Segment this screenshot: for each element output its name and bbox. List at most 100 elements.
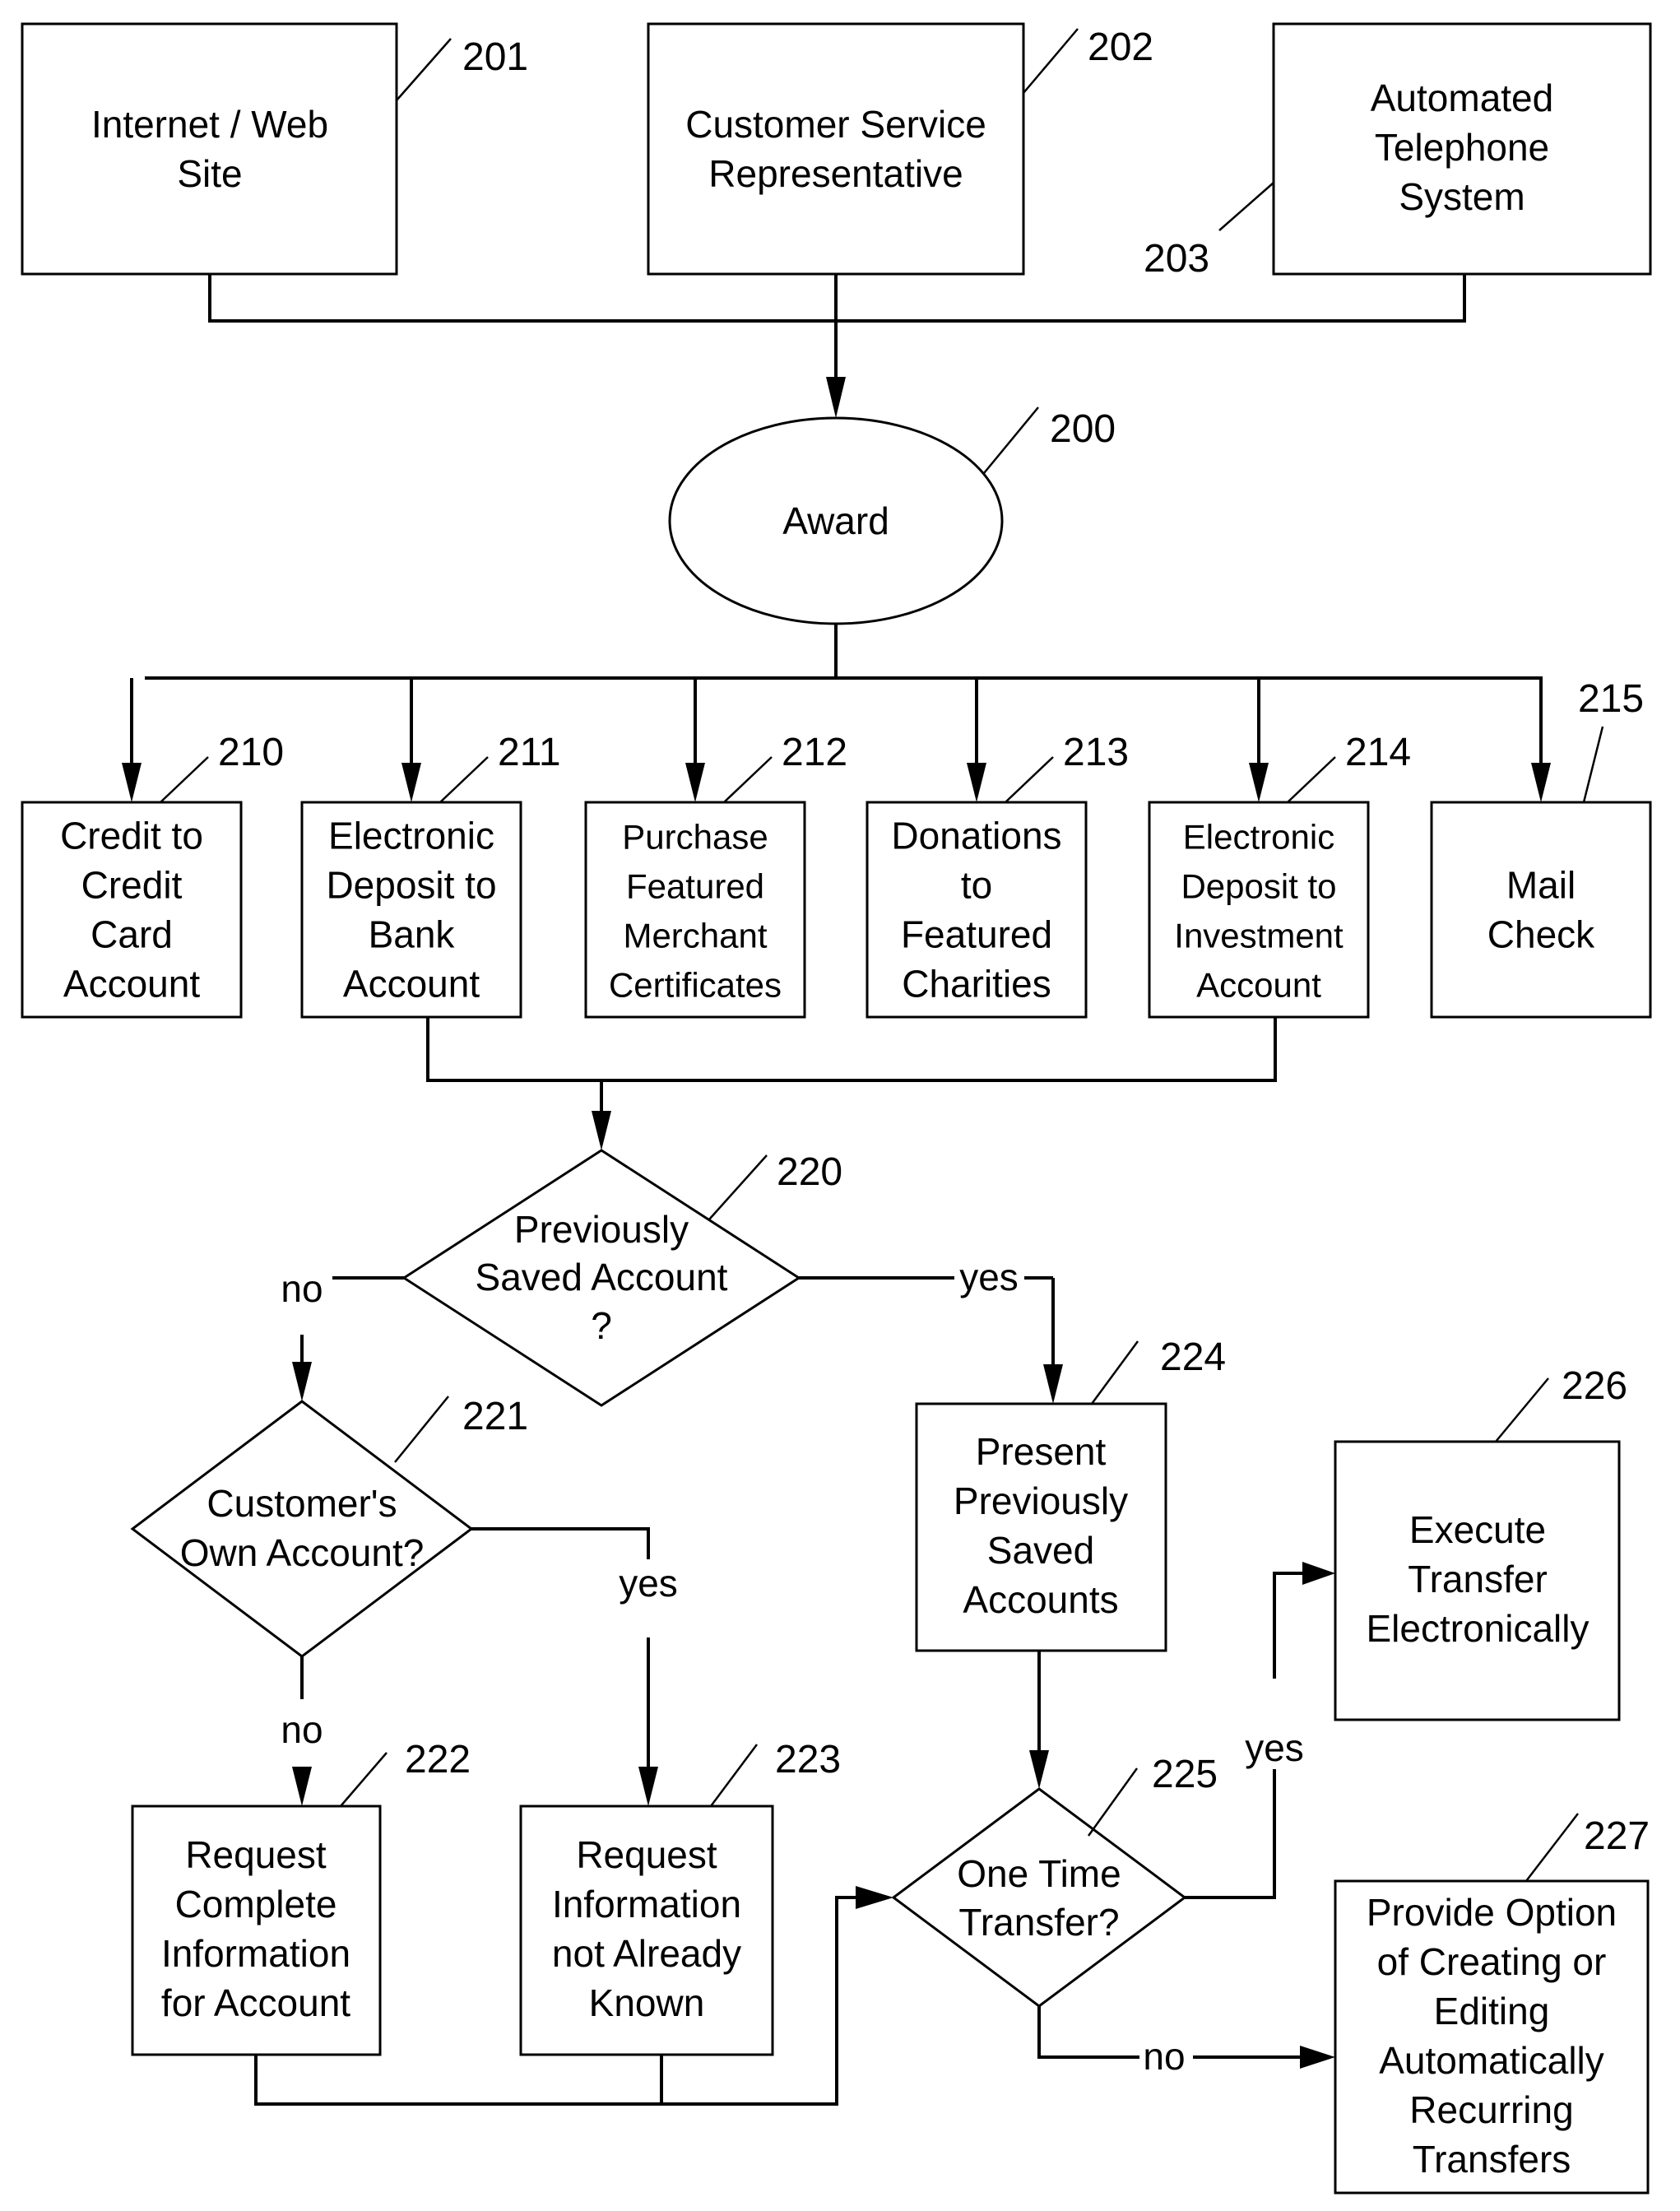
arrowhead-221 [292, 1362, 312, 1401]
award-label: Award [782, 499, 889, 542]
leader-line [723, 756, 773, 803]
ref-211: 211 [498, 731, 561, 774]
leader-line [439, 756, 489, 803]
b223-line: Known [589, 1981, 705, 2024]
b226-line: Electronically [1367, 1607, 1590, 1650]
arrowhead-225-top [1029, 1750, 1049, 1789]
arrowhead-226 [1302, 1562, 1335, 1585]
step-present-saved-accounts: Present Previously Saved Accounts 224 [915, 1335, 1226, 1652]
ref-212: 212 [782, 731, 847, 774]
arrowhead-212 [685, 763, 705, 802]
connector-225-yes-top [1273, 1572, 1316, 1679]
option-label-line: Purchase [622, 818, 768, 857]
connector-225-no-left [1037, 2006, 1139, 2059]
option-label-line: Electronic [328, 815, 494, 857]
ref-203: 203 [1144, 237, 1209, 281]
arrowhead-227 [1300, 2046, 1335, 2069]
option-box [1430, 801, 1652, 1019]
ref-222: 222 [405, 1738, 471, 1781]
option-label-line: Featured [901, 913, 1052, 956]
b224-line: Present [976, 1430, 1107, 1473]
b223-line: not Already [552, 1932, 741, 1975]
arrowhead-213 [967, 763, 986, 802]
arrowhead-211 [401, 763, 421, 802]
b227-line: Transfers [1413, 2138, 1571, 2181]
d221-line: Own Account? [180, 1531, 425, 1574]
ref-213: 213 [1063, 731, 1129, 774]
step-request-info-not-known: Request Information not Already Known 223 [519, 1738, 841, 2056]
edge-label-220-no: no [281, 1267, 323, 1310]
b222-line: Request [185, 1833, 327, 1876]
b223-line: Information [552, 1883, 741, 1925]
b227-line: Provide Option [1367, 1891, 1617, 1934]
ref-200: 200 [1050, 407, 1116, 451]
option-label-line: Bank [369, 913, 456, 956]
option-label-line: Deposit to [326, 864, 496, 907]
connector-options-merge [426, 1017, 1277, 1082]
option-label-line: Electronic [1183, 818, 1334, 857]
source-customer-service: Customer Service Representative 202 [647, 22, 1153, 276]
option-211: Electronic Deposit to Bank Account 211 [300, 731, 561, 1019]
arrowhead-220 [592, 1111, 611, 1150]
ref-220: 220 [777, 1150, 842, 1194]
b223-line: Request [576, 1833, 717, 1876]
edge-label-225-yes: yes [1245, 1726, 1304, 1769]
arrowhead-award [826, 377, 846, 418]
option-label-line: Certificates [609, 966, 782, 1005]
b227-line: Editing [1434, 1990, 1550, 2032]
arrowhead-224 [1043, 1364, 1063, 1404]
option-214: Electronic Deposit to Investment Account 214 [1148, 731, 1411, 1019]
b227-line: Recurring [1409, 2088, 1573, 2131]
ref-224: 224 [1160, 1335, 1226, 1379]
ref-210: 210 [218, 731, 284, 774]
leader-line [160, 756, 209, 803]
option-label-line: Card [90, 913, 173, 956]
arrowhead-222 [292, 1767, 312, 1806]
ref-215: 215 [1578, 677, 1644, 721]
ref-202: 202 [1088, 26, 1153, 69]
option-label-line: Mail [1506, 864, 1576, 907]
b222-line: Information [161, 1932, 350, 1975]
ref-226: 226 [1562, 1364, 1627, 1408]
option-label-line: Featured [626, 867, 764, 906]
option-label-line: Account [63, 963, 200, 1006]
ref-201: 201 [462, 35, 528, 79]
decision-one-time-transfer: One Time Transfer? 225 yes no [891, 1726, 1304, 2078]
d225-line: Transfer? [958, 1901, 1119, 1944]
flowchart: Internet / Web Site 201 Customer Service R… [21, 22, 1652, 2195]
edge-label-221-yes: yes [619, 1562, 678, 1605]
leader-line [1287, 756, 1336, 803]
b222-line: Complete [175, 1883, 337, 1925]
decision-customers-own-account: Customer's Own Account? 221 yes no [130, 1395, 678, 1751]
edge-label-225-no: no [1143, 2035, 1185, 2078]
step-execute-transfer: Execute Transfer Electronically 226 [1334, 1364, 1627, 1721]
d220-line: ? [591, 1304, 612, 1347]
source-csr-line: Representative [708, 152, 963, 195]
option-label-line: Donations [891, 815, 1061, 857]
option-label-line: to [961, 864, 992, 907]
d220-line: Previously [514, 1208, 689, 1251]
d220-line: Saved Account [476, 1256, 728, 1298]
arrowhead-210 [122, 763, 142, 802]
option-210: Credit to Credit Card Account 210 [21, 731, 284, 1019]
option-label-line: Credit [81, 864, 183, 907]
option-label-line: Check [1487, 913, 1595, 956]
option-212: Purchase Featured Merchant Certificates 212 [584, 731, 847, 1019]
b224-line: Accounts [963, 1578, 1118, 1621]
arrowhead-223 [638, 1767, 658, 1806]
option-label-line: Merchant [623, 917, 767, 955]
ref-225: 225 [1152, 1753, 1218, 1796]
ref-221: 221 [462, 1395, 528, 1438]
leader-line [1582, 726, 1604, 803]
step-recurring-transfers-option: Provide Option of Creating or Editing Autom… [1334, 1813, 1650, 2195]
d225-line: One Time [957, 1852, 1121, 1895]
edge-label-220-yes: yes [959, 1256, 1019, 1298]
source-csr-line: Customer Service [685, 103, 986, 146]
ref-214: 214 [1345, 731, 1411, 774]
b224-line: Previously [954, 1479, 1128, 1522]
ref-227: 227 [1584, 1814, 1650, 1858]
source-automated-telephone: Automated Telephone System 203 [1144, 22, 1652, 281]
ref-223: 223 [775, 1738, 841, 1781]
b226-line: Execute [1409, 1508, 1546, 1551]
source-phone-line: Telephone [1375, 126, 1549, 169]
